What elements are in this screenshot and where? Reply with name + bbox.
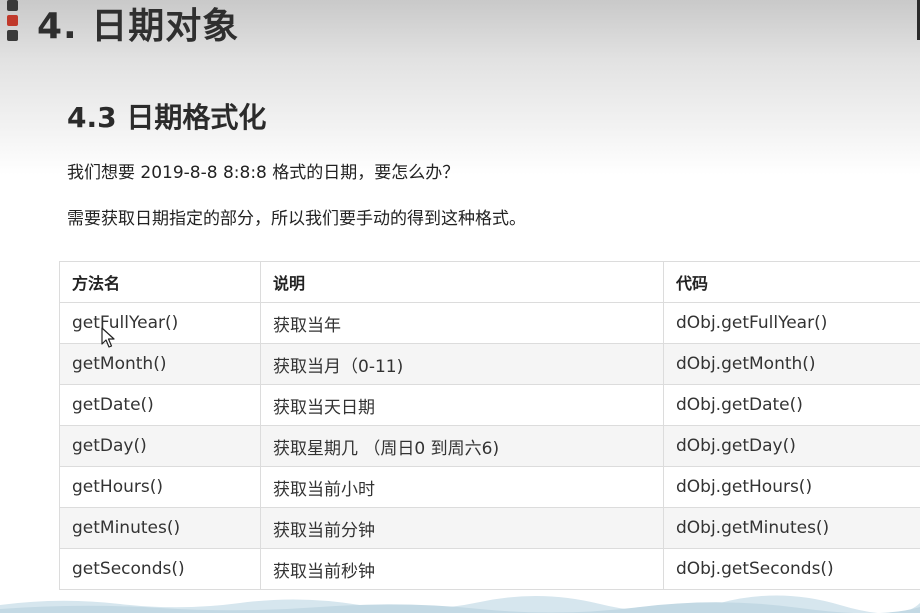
- cell-code: dObj.getDay(): [663, 425, 920, 467]
- date-methods-table: 方法名 说明 代码 getFullYear() 获取当年 dObj.getFul…: [59, 261, 920, 590]
- title-marker-icon: [7, 0, 19, 42]
- page-title: 4. 日期对象: [37, 6, 240, 47]
- cell-method: getMinutes(): [59, 507, 261, 549]
- cell-method: getFullYear(): [59, 302, 261, 344]
- cell-description: 获取当年: [260, 302, 664, 344]
- table-row: getMinutes() 获取当前分钟 dObj.getMinutes(): [59, 507, 920, 549]
- cell-description: 获取当前分钟: [260, 507, 664, 549]
- cell-description: 获取当月（0-11): [260, 343, 664, 385]
- cell-method: getHours(): [59, 466, 261, 508]
- cell-description: 获取当前小时: [260, 466, 664, 508]
- cell-description: 获取星期几 （周日0 到周六6): [260, 425, 664, 467]
- section-title: 4.3 日期格式化: [67, 101, 267, 134]
- table-row: getHours() 获取当前小时 dObj.getHours(): [59, 466, 920, 508]
- mouse-pointer-icon: [101, 327, 115, 348]
- cell-description: 获取当天日期: [260, 384, 664, 426]
- paragraph-question: 我们想要 2019-8-8 8:8:8 格式的日期，要怎么办？: [67, 163, 460, 183]
- header-code: 代码: [663, 261, 920, 303]
- bottom-wave-decoration: [0, 595, 920, 613]
- header-description: 说明: [260, 261, 664, 303]
- cell-method: getDate(): [59, 384, 261, 426]
- cell-code: dObj.getSeconds(): [663, 548, 920, 590]
- header-method-name: 方法名: [59, 261, 261, 303]
- cell-code: dObj.getMinutes(): [663, 507, 920, 549]
- cell-description: 获取当前秒钟: [260, 548, 664, 590]
- cell-method: getSeconds(): [59, 548, 261, 590]
- table-row: getDay() 获取星期几 （周日0 到周六6) dObj.getDay(): [59, 425, 920, 467]
- table-row: getFullYear() 获取当年 dObj.getFullYear(): [59, 302, 920, 344]
- paragraph-answer: 需要获取日期指定的部分，所以我们要手动的得到这种格式。: [67, 209, 526, 229]
- cell-code: dObj.getMonth(): [663, 343, 920, 385]
- cell-code: dObj.getDate(): [663, 384, 920, 426]
- table-header-row: 方法名 说明 代码: [59, 261, 920, 303]
- table-row: getMonth() 获取当月（0-11) dObj.getMonth(): [59, 343, 920, 385]
- cell-method: getMonth(): [59, 343, 261, 385]
- table-row: getDate() 获取当天日期 dObj.getDate(): [59, 384, 920, 426]
- cell-method: getDay(): [59, 425, 261, 467]
- cell-code: dObj.getFullYear(): [663, 302, 920, 344]
- table-row: getSeconds() 获取当前秒钟 dObj.getSeconds(): [59, 548, 920, 590]
- cell-code: dObj.getHours(): [663, 466, 920, 508]
